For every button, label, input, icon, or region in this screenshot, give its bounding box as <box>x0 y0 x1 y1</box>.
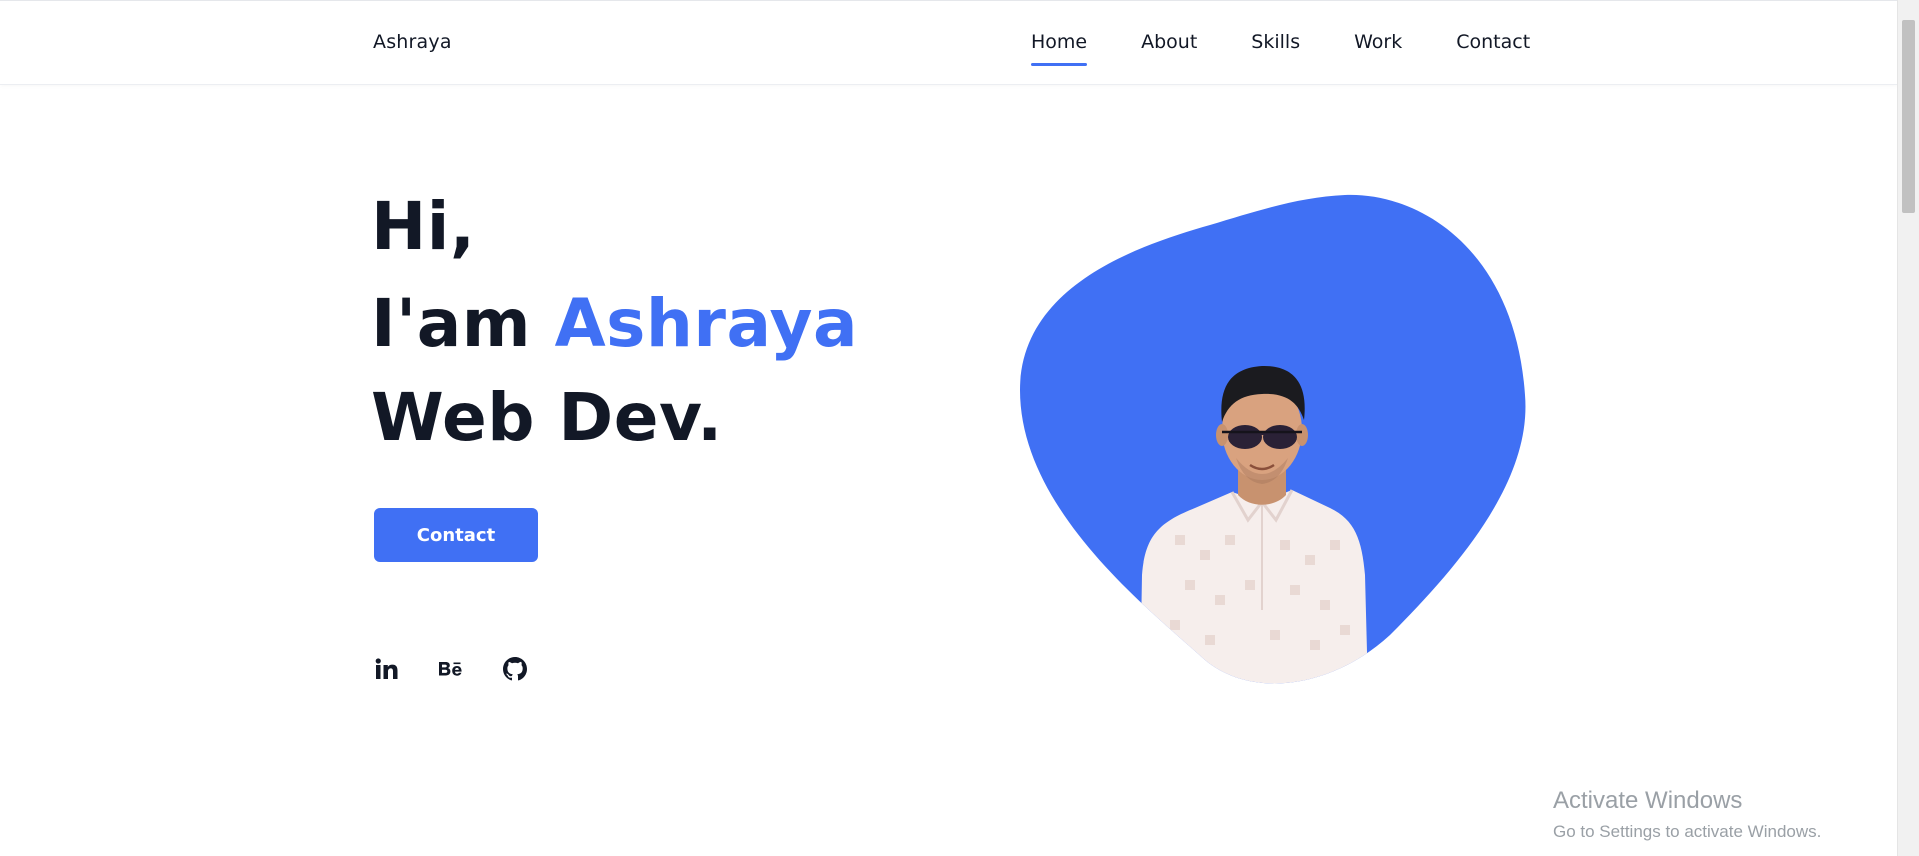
site-logo[interactable]: Ashraya <box>373 31 452 53</box>
hero-intro-prefix: I'am <box>371 285 555 362</box>
nav-item-work[interactable]: Work <box>1354 31 1402 59</box>
contact-button[interactable]: Contact <box>374 508 538 562</box>
watermark-subtitle: Go to Settings to activate Windows. <box>1553 821 1822 841</box>
activate-windows-watermark: Activate Windows Go to Settings to activ… <box>1553 787 1821 842</box>
main-nav: Home About Skills Work Contact <box>1031 31 1530 66</box>
hero-greeting: Hi, <box>371 188 476 265</box>
nav-item-home[interactable]: Home <box>1031 31 1088 66</box>
scrollbar-thumb[interactable] <box>1902 20 1915 213</box>
linkedin-icon[interactable] <box>373 655 401 683</box>
hero-role: Web Dev. <box>371 379 723 456</box>
top-navbar: Ashraya Home About Skills Work Contact <box>0 0 1898 85</box>
hero-image <box>1010 190 1530 690</box>
blob-shape <box>1020 194 1526 684</box>
nav-item-contact[interactable]: Contact <box>1456 31 1530 59</box>
nav-item-about[interactable]: About <box>1141 31 1197 59</box>
hero-name: Ashraya <box>554 285 859 362</box>
page: Ashraya Home About Skills Work Contact H… <box>0 0 1919 856</box>
nav-item-skills[interactable]: Skills <box>1251 31 1300 59</box>
page-scrollbar[interactable] <box>1897 0 1919 856</box>
behance-icon[interactable] <box>437 655 465 683</box>
hero-intro: I'am Ashraya <box>371 291 858 357</box>
github-icon[interactable] <box>501 655 529 683</box>
social-links <box>373 655 529 683</box>
watermark-title: Activate Windows <box>1553 787 1743 814</box>
